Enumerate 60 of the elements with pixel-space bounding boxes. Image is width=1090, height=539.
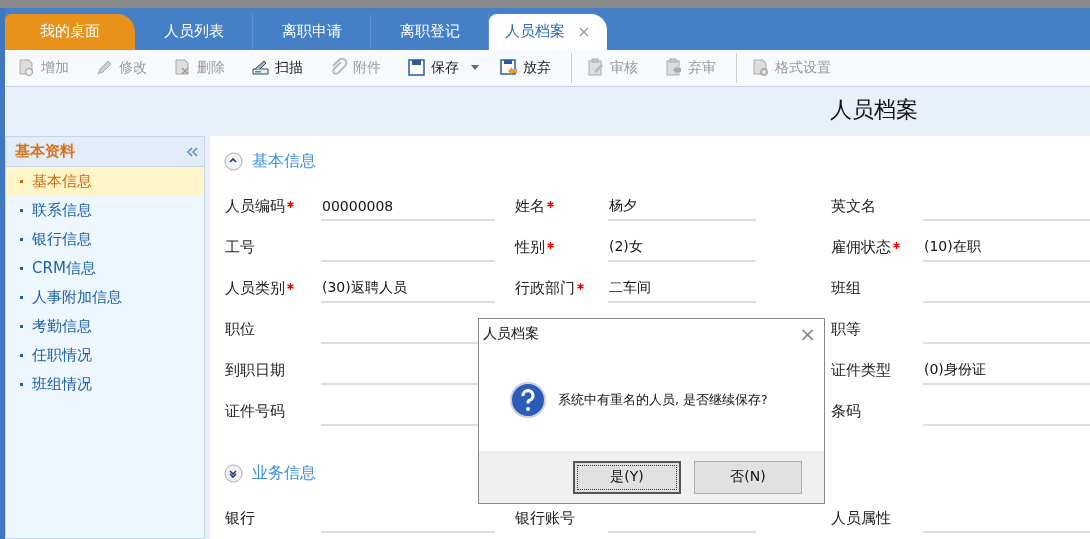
- dialog-button[interactable]: 是(Y): [573, 460, 681, 494]
- document-add-icon: [17, 58, 36, 78]
- section-title: 业务信息: [252, 462, 316, 484]
- toolbar-button[interactable]: 放弃: [499, 58, 551, 78]
- toolbar-button[interactable]: 保存: [407, 58, 459, 78]
- paperclip-icon: [329, 58, 348, 78]
- scanner-icon: [251, 58, 270, 78]
- field-label: 姓名: [515, 197, 545, 216]
- clipboard-pencil-icon: [586, 58, 605, 78]
- sidebar-item[interactable]: CRM信息: [6, 254, 204, 283]
- tab[interactable]: 人员档案 ×: [489, 13, 607, 50]
- field-label: 证件类型: [831, 361, 891, 380]
- field-label: 证件号码: [225, 402, 285, 421]
- sidebar-item[interactable]: 联系信息: [6, 196, 204, 225]
- sidebar-title: 基本资料: [15, 142, 75, 161]
- section-title: 基本信息: [252, 150, 316, 172]
- pencil-icon: [95, 58, 114, 78]
- field-label: 银行: [225, 509, 255, 528]
- dialog-title: 人员档案: [483, 325, 539, 343]
- tab[interactable]: 人员列表: [135, 13, 253, 50]
- input-field[interactable]: 杨夕: [608, 193, 756, 221]
- field-label: 雇佣状态: [831, 238, 891, 257]
- input-field[interactable]: (2)女: [608, 234, 756, 262]
- collapse-icon: [186, 146, 198, 157]
- input-field[interactable]: 00000008: [321, 193, 495, 221]
- field-label: 行政部门: [515, 279, 575, 298]
- field-label: 英文名: [831, 197, 876, 216]
- page-title: 人员档案: [830, 96, 918, 125]
- caret-icon[interactable]: [471, 65, 479, 71]
- dialog-message: 系统中有重名的人员, 是否继续保存?: [558, 391, 768, 409]
- document-delete-icon: [173, 58, 192, 78]
- input-field[interactable]: (0)身份证: [923, 357, 1090, 385]
- question-icon: [509, 381, 547, 419]
- field-label: 人员类别: [225, 279, 285, 298]
- document-gear-icon: [751, 58, 770, 78]
- field-label: 职位: [225, 320, 255, 339]
- field-label: 条码: [831, 402, 861, 421]
- field-label: 人员属性: [831, 509, 891, 528]
- input-field[interactable]: 二车间: [608, 275, 756, 303]
- sidebar-item[interactable]: 银行信息: [6, 225, 204, 254]
- collapse-icon[interactable]: [224, 151, 243, 171]
- dialog-button[interactable]: 否(N): [694, 460, 802, 494]
- field-label: 到职日期: [225, 361, 285, 380]
- close-button[interactable]: ×: [799, 322, 816, 346]
- toolbar-button[interactable]: 扫描: [251, 58, 303, 78]
- field-label: 银行账号: [515, 509, 575, 528]
- field-label: 班组: [831, 279, 861, 298]
- input-field[interactable]: (30)返聘人员: [321, 275, 495, 303]
- sidebar-item[interactable]: 任职情况: [6, 341, 204, 370]
- tab[interactable]: 离职申请: [253, 13, 371, 50]
- sidebar-item[interactable]: 班组情况: [6, 370, 204, 399]
- field-label: 性别: [515, 238, 545, 257]
- sidebar-item[interactable]: 考勤信息: [6, 312, 204, 341]
- field-label: 工号: [225, 238, 255, 257]
- sidebar-item[interactable]: 人事附加信息: [6, 283, 204, 312]
- field-label: 人员编码: [225, 197, 285, 216]
- expand-icon[interactable]: [224, 463, 243, 483]
- field-label: 职等: [831, 320, 861, 339]
- input-field[interactable]: (10)在职: [923, 234, 1090, 262]
- sidebar-item[interactable]: 基本信息: [6, 167, 204, 196]
